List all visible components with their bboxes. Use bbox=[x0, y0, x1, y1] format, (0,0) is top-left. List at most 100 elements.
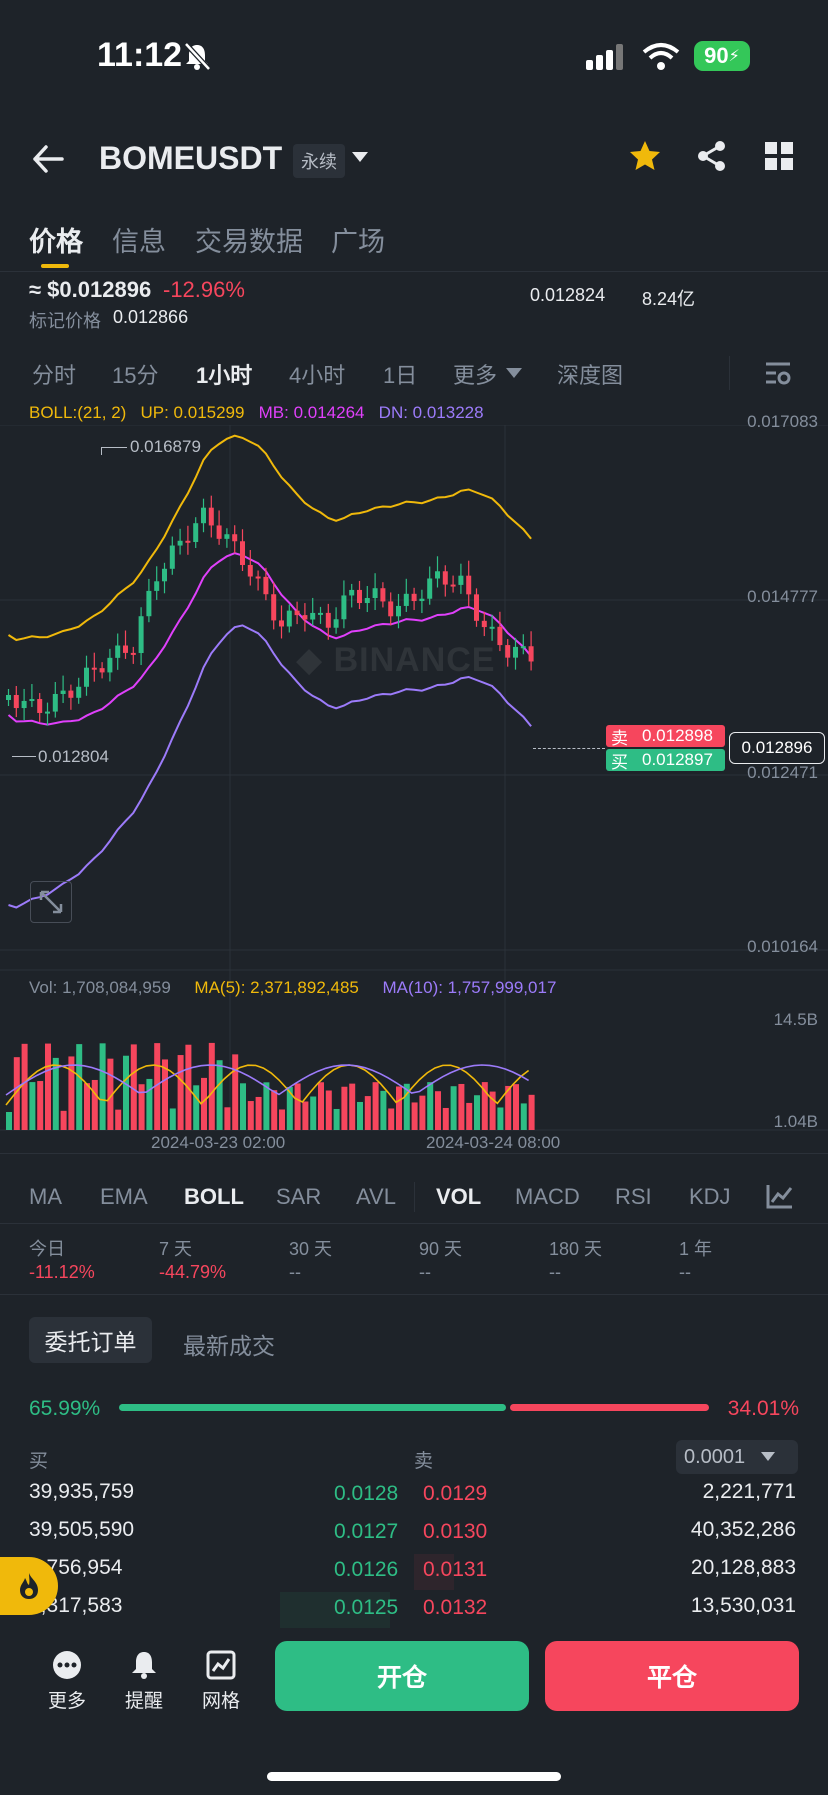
symbol-dropdown-icon[interactable] bbox=[352, 152, 368, 164]
perf-value: -- bbox=[549, 1262, 561, 1282]
sell-column-header: 卖 bbox=[414, 1451, 434, 1472]
depth-chart-tab[interactable]: 深度图 bbox=[557, 358, 623, 390]
share-icon[interactable] bbox=[697, 140, 727, 172]
timeframe-line[interactable]: 分时 bbox=[32, 358, 76, 390]
candle-body bbox=[45, 711, 50, 714]
volume-bar bbox=[201, 1077, 207, 1130]
indicator-boll[interactable]: BOLL bbox=[184, 1184, 244, 1210]
candle-body bbox=[138, 616, 144, 654]
volume-bar bbox=[76, 1044, 83, 1130]
candle-body bbox=[372, 588, 378, 598]
fullscreen-button[interactable] bbox=[30, 881, 72, 923]
candle-body bbox=[263, 576, 269, 595]
high-price-annotation: 0.016879 bbox=[130, 437, 201, 456]
tab-order-book[interactable]: 委托订单 bbox=[29, 1317, 152, 1363]
indicator-sar[interactable]: SAR bbox=[276, 1184, 321, 1210]
symbol-title[interactable]: BOMEUSDT bbox=[99, 140, 282, 177]
buy-price: 0.0125 bbox=[334, 1596, 399, 1619]
candle-body bbox=[162, 568, 167, 582]
candle-body bbox=[99, 668, 105, 673]
indicator-ma[interactable]: MA bbox=[29, 1184, 62, 1210]
more-dropdown-icon[interactable] bbox=[506, 368, 522, 379]
candle-body bbox=[115, 645, 121, 658]
boll-mb: MB: 0.014264 bbox=[258, 403, 365, 422]
indicator-vol[interactable]: VOL bbox=[436, 1184, 481, 1210]
boll-up: UP: 0.015299 bbox=[140, 403, 245, 422]
candlesticks bbox=[6, 495, 534, 726]
axis-label: 0.010164 bbox=[747, 937, 818, 956]
timeframe-1d[interactable]: 1日 bbox=[383, 358, 417, 390]
candle-body bbox=[224, 534, 230, 539]
candle-body bbox=[21, 700, 27, 709]
candle-body bbox=[6, 695, 11, 700]
candle-body bbox=[255, 576, 261, 579]
orderbook-row[interactable]: 39,935,759 0.0128 0.0129 2,221,771 bbox=[0, 1480, 828, 1518]
precision-value: 0.0001 bbox=[684, 1445, 746, 1468]
volume-bar bbox=[528, 1094, 535, 1130]
volume-bar bbox=[497, 1107, 504, 1130]
hot-floating-button[interactable] bbox=[0, 1557, 58, 1615]
close-position-button[interactable]: 平仓 bbox=[545, 1641, 799, 1711]
timeframe-1h[interactable]: 1小时 bbox=[196, 358, 252, 390]
candle-body bbox=[271, 594, 277, 621]
vol-axis-bottom: 1.04B bbox=[773, 1112, 818, 1131]
back-arrow-icon[interactable] bbox=[32, 144, 64, 174]
sell-qty: 2,221,771 bbox=[702, 1480, 796, 1503]
cellular-signal-icon bbox=[586, 44, 623, 70]
indicator-avl[interactable]: AVL bbox=[356, 1184, 396, 1210]
candle-body bbox=[318, 612, 323, 615]
orderbook-row[interactable]: 39,505,590 0.0127 0.0130 40,352,286 bbox=[0, 1518, 828, 1556]
favorite-star-icon[interactable] bbox=[629, 140, 661, 172]
indicator-ema[interactable]: EMA bbox=[100, 1184, 148, 1210]
indicator-settings-icon[interactable] bbox=[765, 1182, 795, 1210]
ratio-bar-sell bbox=[510, 1404, 709, 1411]
more-nav-item[interactable]: 更多 bbox=[37, 1650, 97, 1713]
timeframe-4h[interactable]: 4小时 bbox=[289, 358, 345, 390]
candle-body bbox=[13, 695, 19, 709]
chart-settings-icon[interactable] bbox=[764, 360, 792, 386]
candle-body bbox=[107, 657, 113, 673]
battery-indicator: 90 ⚡ bbox=[694, 41, 750, 71]
timeframe-15m[interactable]: 15分 bbox=[112, 358, 158, 390]
orderbook-row[interactable]: ?,317,583 0.0125 0.0132 13,530,031 bbox=[0, 1594, 828, 1632]
volume-bar bbox=[396, 1086, 402, 1130]
grid-layout-icon[interactable] bbox=[765, 142, 793, 170]
indicator-kdj[interactable]: KDJ bbox=[689, 1184, 731, 1210]
indicator-macd[interactable]: MACD bbox=[515, 1184, 580, 1210]
high-marker-tick bbox=[101, 447, 102, 455]
sell-qty: 20,128,883 bbox=[690, 1556, 796, 1579]
timeframe-bar: 分时 15分 1小时 4小时 1日 更多 深度图 bbox=[0, 356, 828, 396]
kline-chart[interactable] bbox=[0, 425, 828, 1145]
buy-tag-price: 0.012897 bbox=[642, 750, 713, 769]
open-position-button[interactable]: 开仓 bbox=[275, 1641, 529, 1711]
tab-recent-trades[interactable]: 最新成交 bbox=[183, 1327, 275, 1361]
candle-body bbox=[333, 619, 339, 628]
volume-bar bbox=[513, 1084, 519, 1130]
candle-body bbox=[130, 652, 136, 655]
candle-body bbox=[458, 575, 464, 585]
candle-body bbox=[294, 610, 300, 616]
candle-body bbox=[240, 541, 245, 565]
buy-price: 0.0126 bbox=[334, 1558, 399, 1581]
precision-selector[interactable]: 0.0001 bbox=[676, 1440, 798, 1474]
volume-bar bbox=[232, 1054, 239, 1130]
tab-price[interactable]: 价格 bbox=[29, 220, 83, 259]
volume-bar bbox=[419, 1095, 426, 1130]
volume-bar bbox=[247, 1101, 254, 1130]
buy-sell-ratio: 65.99% 34.01% bbox=[0, 1395, 828, 1425]
orderbook-row[interactable]: ?,756,954 0.0126 0.0131 20,128,883 bbox=[0, 1556, 828, 1594]
perf-value: -44.79% bbox=[159, 1262, 227, 1282]
candle-body bbox=[247, 564, 253, 577]
grid-nav-item[interactable]: 网格 bbox=[191, 1650, 251, 1713]
alert-nav-item[interactable]: 提醒 bbox=[114, 1650, 174, 1713]
axis-label: 0.017083 bbox=[747, 412, 818, 431]
timeframe-more[interactable]: 更多 bbox=[453, 358, 497, 390]
candle-body bbox=[435, 571, 440, 579]
expand-icon bbox=[39, 890, 63, 914]
volume-bar bbox=[68, 1056, 75, 1130]
tab-info[interactable]: 信息 bbox=[112, 220, 166, 259]
tab-trading-data[interactable]: 交易数据 bbox=[195, 220, 303, 259]
candle-body bbox=[52, 693, 58, 712]
indicator-rsi[interactable]: RSI bbox=[615, 1184, 652, 1210]
tab-square[interactable]: 广场 bbox=[331, 220, 385, 259]
